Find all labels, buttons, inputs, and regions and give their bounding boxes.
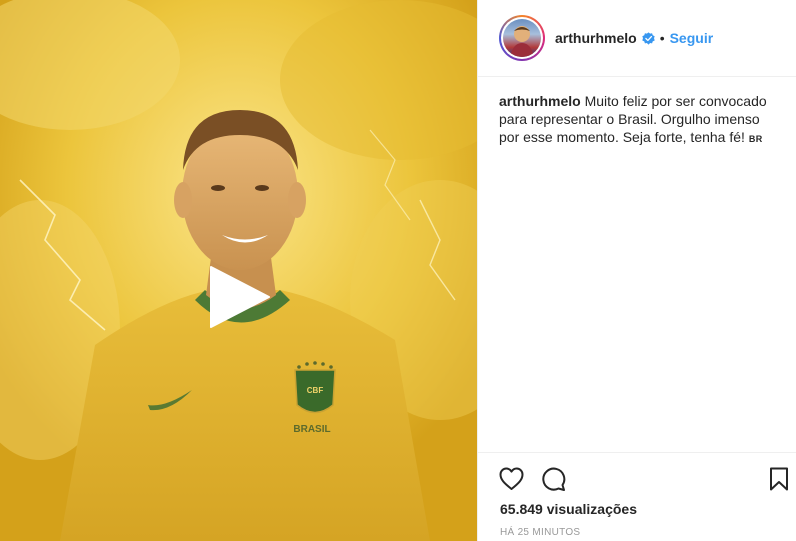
post-media[interactable]: CBF BRASIL	[0, 0, 477, 541]
header-username[interactable]: arthurhmelo	[555, 30, 637, 46]
post-caption: arthurhmelo Muito feliz por ser convocad…	[499, 92, 779, 148]
header-separator: •	[659, 30, 665, 46]
heart-icon	[499, 467, 524, 490]
comment-button[interactable]	[541, 467, 566, 496]
save-button[interactable]	[769, 467, 789, 496]
flag-emoji: BR	[748, 134, 763, 144]
play-button[interactable]	[207, 265, 271, 329]
like-button[interactable]	[499, 467, 524, 496]
caption-username[interactable]: arthurhmelo	[499, 93, 581, 109]
follow-button[interactable]: Seguir	[670, 30, 714, 46]
shirt-crest-text: CBF	[307, 386, 324, 395]
verified-badge-icon	[642, 31, 655, 45]
bookmark-icon	[770, 467, 788, 491]
play-icon	[210, 266, 270, 328]
post-header: arthurhmelo • Seguir	[478, 0, 796, 77]
post-details-panel: arthurhmelo • Seguir arthurhmelo Muito f…	[477, 0, 796, 541]
post-actions: 65.849 visualizações HÁ 25 MINUTOS	[478, 452, 796, 541]
shirt-brasil-text: BRASIL	[293, 424, 330, 435]
comment-icon	[542, 467, 566, 491]
post-timestamp[interactable]: HÁ 25 MINUTOS	[500, 527, 580, 538]
avatar[interactable]	[503, 19, 541, 57]
story-ring[interactable]	[499, 15, 545, 61]
view-count[interactable]: 65.849 visualizações	[500, 501, 637, 517]
